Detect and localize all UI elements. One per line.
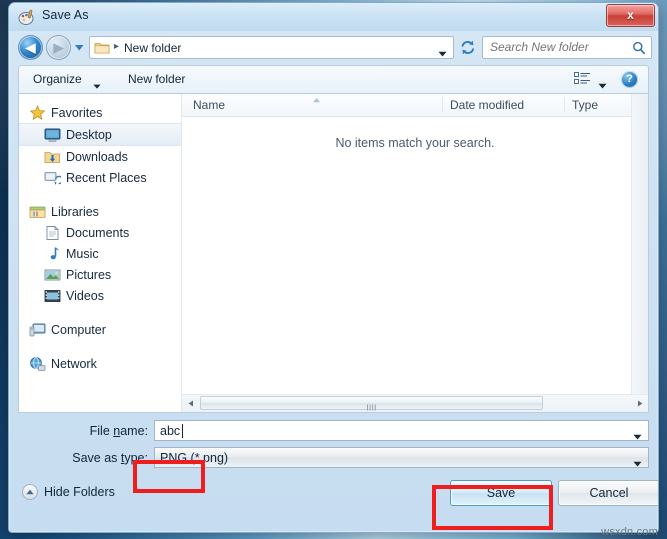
recent-places-icon	[44, 170, 64, 186]
hide-folders-button[interactable]: Hide Folders	[22, 484, 115, 500]
sidebar-group-label: Favorites	[51, 105, 103, 120]
back-button[interactable]: ◀	[18, 35, 43, 60]
column-header-type[interactable]: Type	[572, 98, 598, 112]
paint-palette-icon	[18, 9, 35, 26]
horizontal-scroll-thumb[interactable]	[200, 396, 543, 411]
libraries-icon	[29, 204, 46, 220]
videos-icon	[44, 288, 61, 304]
star-icon	[29, 104, 46, 121]
forward-button[interactable]: ▶	[46, 35, 71, 60]
music-icon	[44, 246, 61, 262]
new-folder-button[interactable]: New folder	[125, 71, 188, 87]
chevron-up-circle-icon	[22, 484, 38, 500]
column-divider[interactable]	[442, 97, 443, 112]
navigation-pane: Favorites Desktop Downloads Recent Place…	[19, 94, 182, 412]
file-list-pane: Name Date modified Type No items match y…	[182, 94, 648, 412]
title-bar: Save As x	[9, 3, 658, 31]
list-view-icon[interactable]	[574, 72, 591, 87]
scroll-left-arrow-icon[interactable]	[182, 395, 199, 411]
close-icon: x	[627, 8, 634, 22]
file-name-input[interactable]: abc	[154, 420, 649, 441]
file-name-value: abc	[160, 424, 181, 438]
search-box[interactable]	[482, 36, 652, 59]
save-button[interactable]: Save	[450, 480, 552, 506]
hide-folders-label: Hide Folders	[44, 485, 115, 499]
search-input[interactable]	[490, 40, 630, 54]
search-icon	[632, 41, 646, 55]
sidebar-group-libraries[interactable]: Libraries	[19, 201, 181, 222]
column-divider[interactable]	[564, 97, 565, 112]
column-header-date-modified[interactable]: Date modified	[450, 98, 524, 112]
folder-icon	[94, 40, 110, 55]
sidebar-item-label: Downloads	[66, 149, 128, 164]
sidebar-item-documents[interactable]: Documents	[19, 222, 181, 243]
empty-state-message: No items match your search.	[335, 136, 495, 150]
caret-down-icon[interactable]	[93, 78, 101, 89]
content-area: Favorites Desktop Downloads Recent Place…	[18, 93, 649, 413]
computer-icon	[29, 322, 46, 338]
sidebar-item-pictures[interactable]: Pictures	[19, 264, 181, 285]
sidebar-group-label: Libraries	[51, 204, 99, 219]
sort-ascending-icon	[312, 94, 321, 103]
sidebar-item-label: Network	[51, 356, 97, 371]
view-dropdown-icon[interactable]	[598, 78, 607, 89]
cancel-button[interactable]: Cancel	[558, 480, 658, 506]
navigation-bar: ◀ ▶ ▸ New folder	[9, 31, 658, 65]
save-as-type-value: PNG (*.png)	[160, 451, 229, 465]
downloads-icon	[44, 149, 61, 165]
file-name-dropdown-icon[interactable]	[633, 429, 642, 440]
sidebar-item-computer[interactable]: Computer	[19, 319, 181, 340]
organize-button[interactable]: Organize	[30, 71, 85, 87]
chevron-down-icon[interactable]	[74, 43, 85, 52]
sidebar-item-network[interactable]: Network	[19, 353, 181, 374]
command-toolbar: Organize New folder ?	[18, 65, 649, 93]
network-icon	[29, 356, 46, 372]
address-dropdown-icon[interactable]	[438, 46, 447, 57]
column-header-row: Name Date modified Type	[182, 94, 648, 117]
save-as-type-label: Save as type:	[72, 451, 148, 465]
file-form: File name: abc Save as type: PNG (*.png)	[18, 413, 649, 473]
sidebar-item-label: Documents	[66, 225, 130, 240]
back-arrow-icon: ◀	[25, 40, 36, 55]
sidebar-item-label: Desktop	[66, 127, 112, 142]
horizontal-scrollbar[interactable]	[182, 394, 648, 412]
file-name-label: File name:	[89, 424, 148, 438]
sidebar-item-music[interactable]: Music	[19, 243, 181, 264]
sidebar-item-label: Pictures	[66, 267, 112, 282]
scroll-grip-icon	[366, 400, 377, 411]
sidebar-item-recent-places[interactable]: Recent Places	[19, 167, 181, 188]
sidebar-group-favorites[interactable]: Favorites	[19, 102, 181, 123]
close-button[interactable]: x	[606, 4, 655, 27]
breadcrumb-path[interactable]: New folder	[124, 41, 181, 55]
chevron-down-icon[interactable]	[633, 456, 642, 467]
address-bar[interactable]: ▸ New folder	[89, 36, 454, 59]
sidebar-item-label: Videos	[66, 288, 104, 303]
sidebar-item-videos[interactable]: Videos	[19, 285, 181, 306]
save-as-dialog: Save As x ◀ ▶ ▸ New folder Search New fo…	[8, 2, 659, 533]
sidebar-item-downloads[interactable]: Downloads	[19, 146, 181, 167]
sidebar-item-desktop[interactable]: Desktop	[19, 123, 181, 146]
refresh-icon[interactable]	[459, 39, 477, 56]
documents-icon	[44, 225, 61, 241]
sidebar-item-label: Recent Places	[66, 170, 147, 185]
scroll-right-arrow-icon[interactable]	[631, 395, 648, 411]
pictures-icon	[44, 267, 61, 283]
watermark: wsxdn.com	[601, 526, 658, 538]
help-icon: ?	[626, 73, 633, 85]
sidebar-item-label: Computer	[51, 322, 106, 337]
help-button[interactable]: ?	[621, 71, 638, 88]
sidebar-item-label: Music	[66, 246, 99, 261]
forward-arrow-icon: ▶	[53, 40, 64, 55]
vertical-scrollbar[interactable]	[631, 94, 648, 395]
breadcrumb-separator-icon: ▸	[114, 41, 120, 52]
text-caret	[182, 424, 183, 438]
column-header-name[interactable]: Name	[193, 98, 225, 112]
dialog-footer: Hide Folders Save Cancel	[18, 473, 658, 521]
save-as-type-dropdown[interactable]: PNG (*.png)	[154, 447, 649, 468]
desktop-icon	[44, 127, 61, 143]
window-title: Save As	[42, 8, 89, 22]
